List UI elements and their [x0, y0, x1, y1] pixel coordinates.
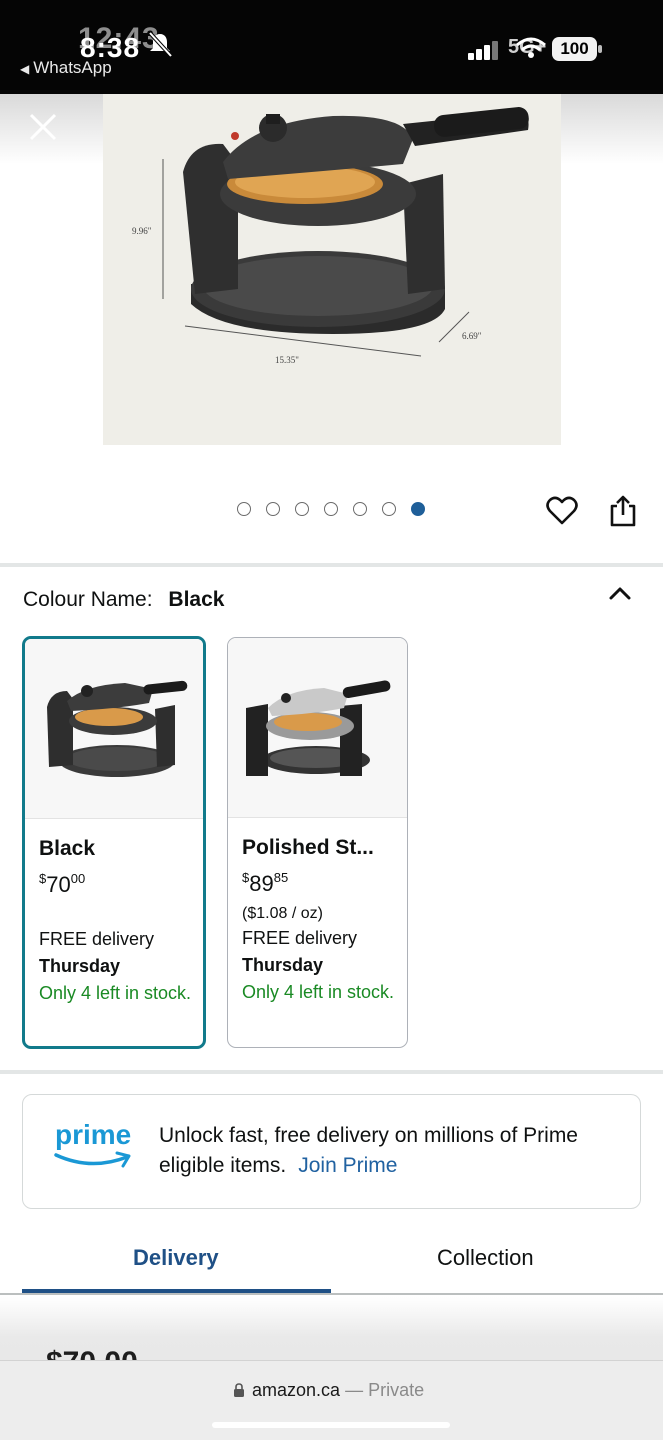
carousel-dot[interactable] [266, 502, 280, 516]
swatch-price: $8985 [242, 865, 402, 897]
cellular-signal-icon [468, 41, 498, 60]
colour-swatch-polished-steel[interactable]: Polished St... $8985 ($1.08 / oz) FREE d… [227, 637, 408, 1048]
battery-cap [598, 45, 602, 53]
dimension-height-label: 9.96" [132, 226, 152, 236]
prime-logo: prime [55, 1119, 132, 1150]
url-separator: — [345, 1380, 364, 1400]
carousel-dot[interactable] [295, 502, 309, 516]
swatch-image [25, 639, 203, 819]
carousel-dot[interactable] [353, 502, 367, 516]
swatch-delivery: FREE delivery [39, 929, 155, 949]
price-whole: 70 [46, 872, 71, 897]
section-divider [0, 1070, 663, 1074]
dimension-width-label: 15.35" [275, 355, 299, 365]
product-image-carousel[interactable]: 9.96" 15.35" 6.69" [0, 94, 663, 466]
swatch-delivery: FREE delivery [242, 928, 358, 948]
private-label: Private [368, 1380, 425, 1400]
heart-icon[interactable] [546, 496, 578, 526]
swatch-title: Black [39, 837, 96, 860]
waffle-maker-illustration [162, 107, 529, 357]
price-whole: 89 [249, 871, 274, 896]
battery-level: 100 [552, 37, 597, 61]
browser-address-bar[interactable]: amazon.ca — Private [0, 1360, 663, 1440]
back-app-label: WhatsApp [33, 58, 112, 77]
fulfilment-tabs: Delivery Collection [0, 1235, 663, 1295]
waffle-maker-black-thumbnail [47, 680, 188, 777]
chevron-up-icon[interactable] [606, 582, 634, 604]
status-bar: 12:43 8:38 ◀ WhatsApp 5G+ 100 [0, 0, 663, 94]
prime-message: Unlock fast, free delivery on millions o… [159, 1121, 629, 1181]
prime-banner[interactable]: prime Unlock fast, free delivery on mill… [22, 1094, 641, 1209]
swatch-delivery-day: Thursday [242, 955, 324, 975]
tabs-baseline [0, 1293, 663, 1295]
price-fraction: 85 [273, 870, 289, 885]
share-icon[interactable] [608, 494, 638, 528]
url-text: amazon.ca — Private [252, 1380, 424, 1401]
swatch-details: Black $7000 FREE delivery Thursday Only … [39, 835, 199, 1007]
swatch-stock: Only 4 left in stock. [39, 983, 192, 1003]
back-triangle-icon: ◀ [20, 62, 30, 76]
prime-smile-icon [54, 1151, 131, 1168]
carousel-dot-active[interactable] [411, 502, 425, 516]
product-image[interactable] [103, 94, 561, 445]
colour-name-row: Colour Name: Black [23, 588, 224, 612]
swatch-delivery-day: Thursday [39, 956, 121, 976]
carousel-dots [237, 502, 425, 518]
close-icon[interactable] [28, 112, 58, 142]
battery-icon: 100 [552, 37, 602, 61]
tab-delivery[interactable]: Delivery [133, 1245, 219, 1271]
swatch-price: $7000 [39, 866, 199, 898]
home-indicator[interactable] [212, 1422, 450, 1428]
dimension-depth-label: 6.69" [462, 331, 482, 341]
swatch-title: Polished St... [242, 836, 374, 859]
swatch-details: Polished St... $8985 ($1.08 / oz) FREE d… [242, 834, 402, 1006]
section-divider [0, 563, 663, 567]
silent-bell-icon [148, 31, 173, 58]
lock-icon [234, 1383, 244, 1397]
back-to-app-link[interactable]: ◀ WhatsApp [20, 58, 112, 78]
wifi-icon [516, 37, 546, 58]
url-domain: amazon.ca [252, 1380, 341, 1400]
join-prime-link[interactable]: Join Prime [298, 1154, 397, 1177]
price-fraction: 00 [70, 871, 86, 886]
carousel-dot[interactable] [324, 502, 338, 516]
carousel-dot[interactable] [382, 502, 396, 516]
swatch-unit-price: ($1.08 / oz) [242, 905, 323, 922]
tab-collection[interactable]: Collection [437, 1245, 534, 1271]
colour-swatch-black[interactable]: Black $7000 FREE delivery Thursday Only … [22, 636, 206, 1049]
waffle-maker-steel-thumbnail [246, 680, 391, 776]
swatch-stock: Only 4 left in stock. [242, 982, 395, 1002]
swatch-spacer [39, 904, 199, 926]
swatch-image [228, 638, 407, 818]
colour-name-value: Black [168, 588, 225, 611]
colour-name-label: Colour Name: [23, 588, 153, 611]
carousel-dot[interactable] [237, 502, 251, 516]
